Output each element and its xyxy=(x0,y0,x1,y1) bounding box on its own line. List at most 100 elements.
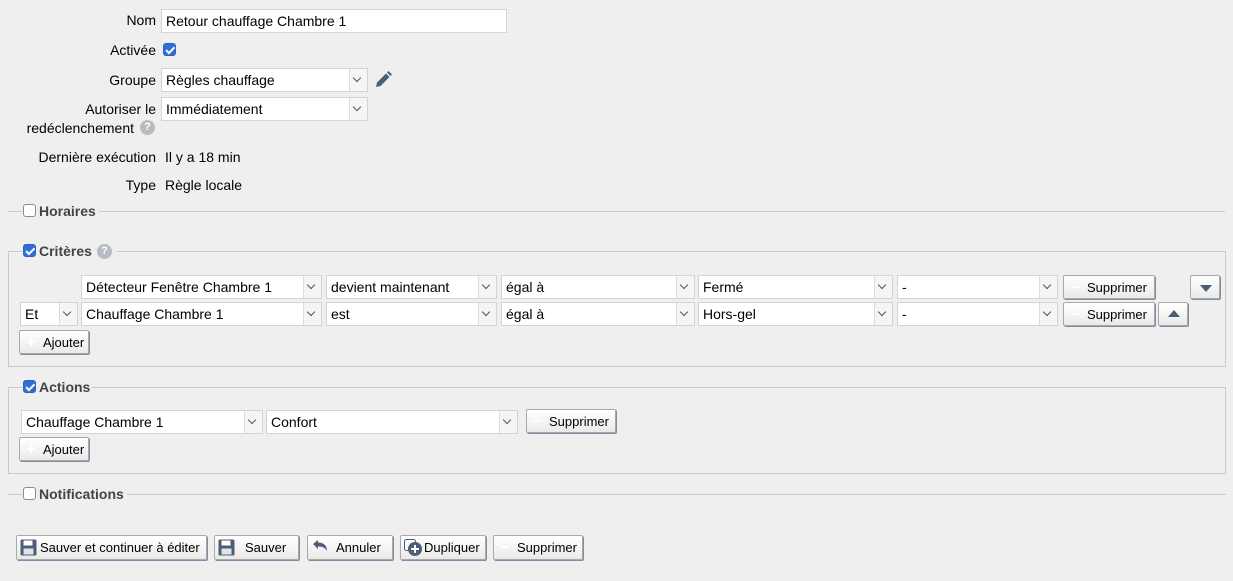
actions-add-button[interactable]: Ajouter xyxy=(19,437,89,461)
chevron-down-icon xyxy=(349,69,367,91)
arrow-up-icon xyxy=(1168,310,1180,317)
name-label: Nom xyxy=(126,12,156,28)
duplicate-button[interactable]: Dupliquer xyxy=(400,535,486,560)
schedules-checkbox[interactable] xyxy=(23,204,36,217)
duplicate-label: Dupliquer xyxy=(424,540,480,555)
help-icon[interactable]: ? xyxy=(140,120,155,135)
chevron-down-icon xyxy=(478,303,496,325)
action-1-value-select[interactable]: Confort xyxy=(266,410,518,434)
chevron-down-icon xyxy=(1039,303,1057,325)
action-1-value-value: Confort xyxy=(271,414,317,430)
criteria-1-event-value: devient maintenant xyxy=(331,279,450,295)
delete-button[interactable]: Supprimer xyxy=(493,535,583,560)
criteria-add-button[interactable]: Ajouter xyxy=(19,330,89,354)
duplicate-plus-icon xyxy=(404,539,422,556)
last-exec-label: Dernière exécution xyxy=(38,149,156,165)
actions-checkbox[interactable] xyxy=(23,380,36,393)
action-1-delete-label: Supprimer xyxy=(549,414,609,429)
criteria-2-event-select[interactable]: est xyxy=(326,302,497,326)
criteria-1-extra-select[interactable]: - xyxy=(897,275,1058,299)
criteria-rule-left xyxy=(8,251,22,252)
save-label: Sauver xyxy=(245,540,287,555)
retrigger-label-line2: redéclenchement xyxy=(26,120,134,136)
notifications-checkbox[interactable] xyxy=(23,487,36,500)
group-select[interactable]: Règles chauffage xyxy=(161,68,368,92)
edit-pencil-icon[interactable] xyxy=(373,70,393,90)
save-continue-label: Sauver et continuer à éditer xyxy=(40,540,200,555)
criteria-1-device-value: Détecteur Fenêtre Chambre 1 xyxy=(86,279,272,295)
criteria-1-comparator-select[interactable]: égal à xyxy=(501,275,695,299)
criteria-1-delete-label: Supprimer xyxy=(1087,280,1147,295)
criteria-rule-right xyxy=(117,251,1226,252)
enabled-label: Activée xyxy=(110,42,156,58)
group-select-value: Règles chauffage xyxy=(166,72,275,88)
criteria-2-comparator-value: égal à xyxy=(506,306,545,322)
criteria-2-connector-value: Et xyxy=(25,306,39,322)
type-label: Type xyxy=(125,177,156,193)
last-exec-value: Il y a 18 min xyxy=(165,149,241,165)
criteria-1-move-down-button[interactable] xyxy=(1190,275,1220,299)
delete-label: Supprimer xyxy=(517,540,577,555)
criteria-1-value-value: Fermé xyxy=(703,279,744,295)
chevron-down-icon xyxy=(1039,276,1057,298)
schedules-rule xyxy=(99,211,1225,212)
cancel-button[interactable]: Annuler xyxy=(307,535,393,560)
actions-add-label: Ajouter xyxy=(43,442,85,457)
actions-legend: Actions xyxy=(39,379,91,395)
schedules-legend: Horaires xyxy=(39,203,96,219)
retrigger-label-line1: Autoriser le xyxy=(85,101,156,117)
action-1-device-value: Chauffage Chambre 1 xyxy=(26,414,164,430)
retrigger-select[interactable]: Immédiatement xyxy=(161,97,368,121)
criteria-checkbox[interactable] xyxy=(23,244,36,257)
criteria-2-comparator-select[interactable]: égal à xyxy=(501,302,695,326)
criteria-1-value-select[interactable]: Fermé xyxy=(698,275,893,299)
criteria-legend: Critères xyxy=(39,243,92,259)
type-value: Règle locale xyxy=(165,177,243,193)
chevron-down-icon xyxy=(303,303,321,325)
criteria-2-device-select[interactable]: Chauffage Chambre 1 xyxy=(81,302,322,326)
criteria-2-value-select[interactable]: Hors-gel xyxy=(698,302,893,326)
arrow-down-icon xyxy=(1200,285,1212,292)
action-1-delete-button[interactable]: Supprimer xyxy=(526,409,616,433)
floppy-disk-icon xyxy=(20,539,37,556)
chevron-down-icon xyxy=(244,411,262,433)
criteria-1-device-select[interactable]: Détecteur Fenêtre Chambre 1 xyxy=(81,275,322,299)
criteria-1-event-select[interactable]: devient maintenant xyxy=(326,275,497,299)
chevron-down-icon xyxy=(478,276,496,298)
notifications-rule xyxy=(127,494,1226,495)
chevron-down-icon xyxy=(874,276,892,298)
floppy-disk-icon xyxy=(218,539,235,556)
criteria-2-move-up-button[interactable] xyxy=(1158,302,1188,326)
schedules-rule-left xyxy=(8,211,22,212)
chevron-down-icon xyxy=(499,411,517,433)
chevron-down-icon xyxy=(303,276,321,298)
criteria-2-delete-button[interactable]: Supprimer xyxy=(1063,302,1155,326)
criteria-2-event-value: est xyxy=(331,306,350,322)
help-icon[interactable]: ? xyxy=(97,244,112,259)
criteria-2-device-value: Chauffage Chambre 1 xyxy=(86,306,224,322)
undo-icon xyxy=(313,540,327,551)
chevron-down-icon xyxy=(676,276,694,298)
group-label: Groupe xyxy=(109,72,156,88)
retrigger-select-value: Immédiatement xyxy=(166,101,263,117)
name-input[interactable] xyxy=(161,9,507,33)
enabled-checkbox[interactable] xyxy=(163,43,176,56)
criteria-2-delete-label: Supprimer xyxy=(1087,307,1147,322)
criteria-1-extra-value: - xyxy=(902,279,907,295)
notifications-rule-left xyxy=(8,494,22,495)
criteria-2-extra-select[interactable]: - xyxy=(897,302,1058,326)
actions-rule-left xyxy=(8,387,22,388)
action-1-device-select[interactable]: Chauffage Chambre 1 xyxy=(21,410,263,434)
criteria-2-extra-value: - xyxy=(902,306,907,322)
criteria-1-delete-button[interactable]: Supprimer xyxy=(1063,275,1155,299)
save-button[interactable]: Sauver xyxy=(214,535,299,560)
chevron-down-icon xyxy=(676,303,694,325)
chevron-down-icon xyxy=(349,98,367,120)
cancel-label: Annuler xyxy=(336,540,381,555)
criteria-2-connector-select[interactable]: Et xyxy=(20,302,78,326)
criteria-2-value-value: Hors-gel xyxy=(703,306,756,322)
actions-rule-right xyxy=(92,387,1226,388)
save-continue-button[interactable]: Sauver et continuer à éditer xyxy=(16,535,207,560)
notifications-legend: Notifications xyxy=(39,486,124,502)
criteria-1-comparator-value: égal à xyxy=(506,279,545,295)
